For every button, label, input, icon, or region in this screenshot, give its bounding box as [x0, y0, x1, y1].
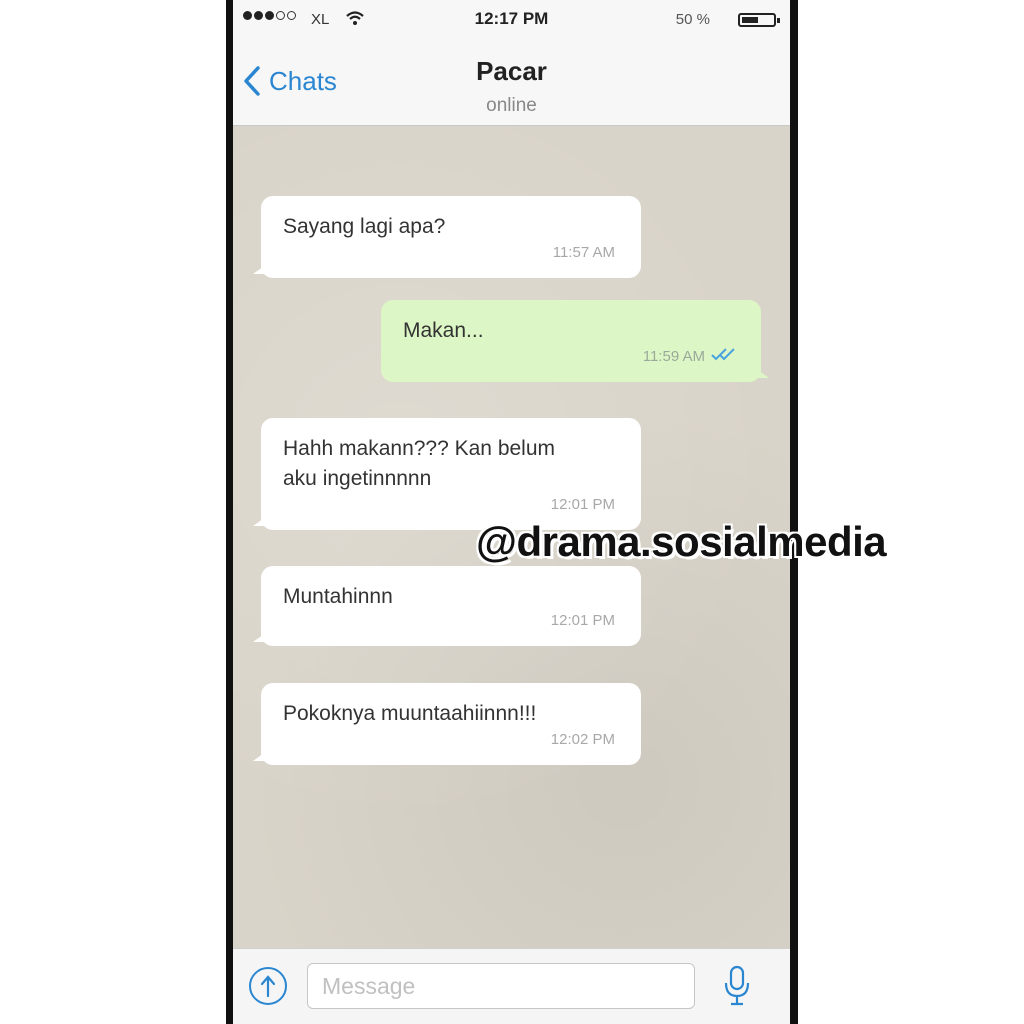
message-outgoing[interactable]: Makan... 11:59 AM: [381, 300, 769, 382]
message-incoming[interactable]: Muntahinnn 12:01 PM: [253, 566, 641, 646]
screen: XL 12:17 PM 50 % Chats Pacar online Saya…: [233, 0, 790, 1024]
message-incoming[interactable]: Sayang lagi apa? 11:57 AM: [253, 196, 641, 278]
battery-percentage: 50 %: [675, 11, 710, 28]
message-time: 12:01 PM: [550, 496, 615, 513]
message-time: 11:57 AM: [552, 244, 615, 261]
upload-button[interactable]: [249, 967, 287, 1005]
contact-status: online: [486, 95, 537, 116]
message-incoming[interactable]: Pokoknya muuntaahiinnn!!! 12:02 PM: [253, 683, 641, 765]
phone-frame: XL 12:17 PM 50 % Chats Pacar online Saya…: [226, 0, 798, 1024]
double-check-icon: [711, 340, 739, 370]
message-input[interactable]: [307, 963, 695, 1009]
upload-arrow-icon: [260, 975, 276, 998]
message-time: 11:59 AM: [642, 348, 705, 365]
message-time: 12:02 PM: [550, 731, 615, 748]
battery-icon: [738, 13, 780, 27]
message-text-line: Hahh makann??? Kan belum: [283, 437, 556, 460]
message-composer: [233, 948, 790, 1024]
contact-name[interactable]: Pacar: [233, 56, 790, 87]
watermark-text: @drama.sosialmedia: [476, 518, 887, 565]
microphone-icon[interactable]: [723, 965, 751, 1012]
chat-header: Chats Pacar online: [233, 40, 790, 126]
message-incoming[interactable]: Hahh makann??? Kan belum aku ingetinnnnn…: [253, 418, 641, 530]
message-time: 12:01 PM: [550, 612, 615, 629]
status-bar: XL 12:17 PM 50 %: [233, 0, 790, 40]
